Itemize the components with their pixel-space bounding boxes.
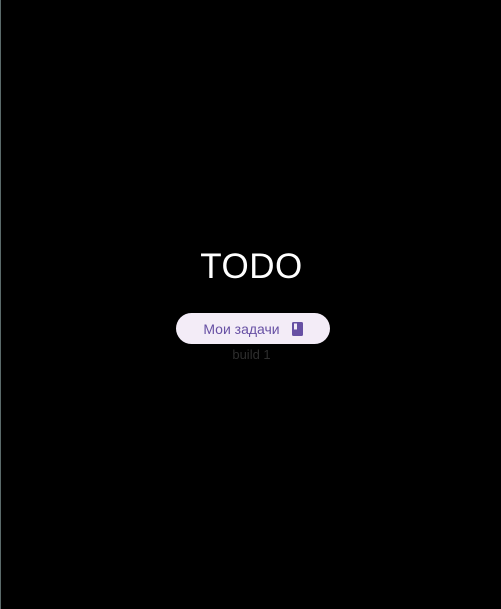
app-screen: TODO Мои задачи build 1 [0, 0, 501, 609]
my-tasks-button-label: Мои задачи [203, 320, 280, 337]
my-tasks-button[interactable]: Мои задачи [176, 313, 330, 344]
app-title: TODO [200, 247, 303, 286]
book-icon [291, 321, 303, 336]
build-label: build 1 [232, 347, 271, 362]
